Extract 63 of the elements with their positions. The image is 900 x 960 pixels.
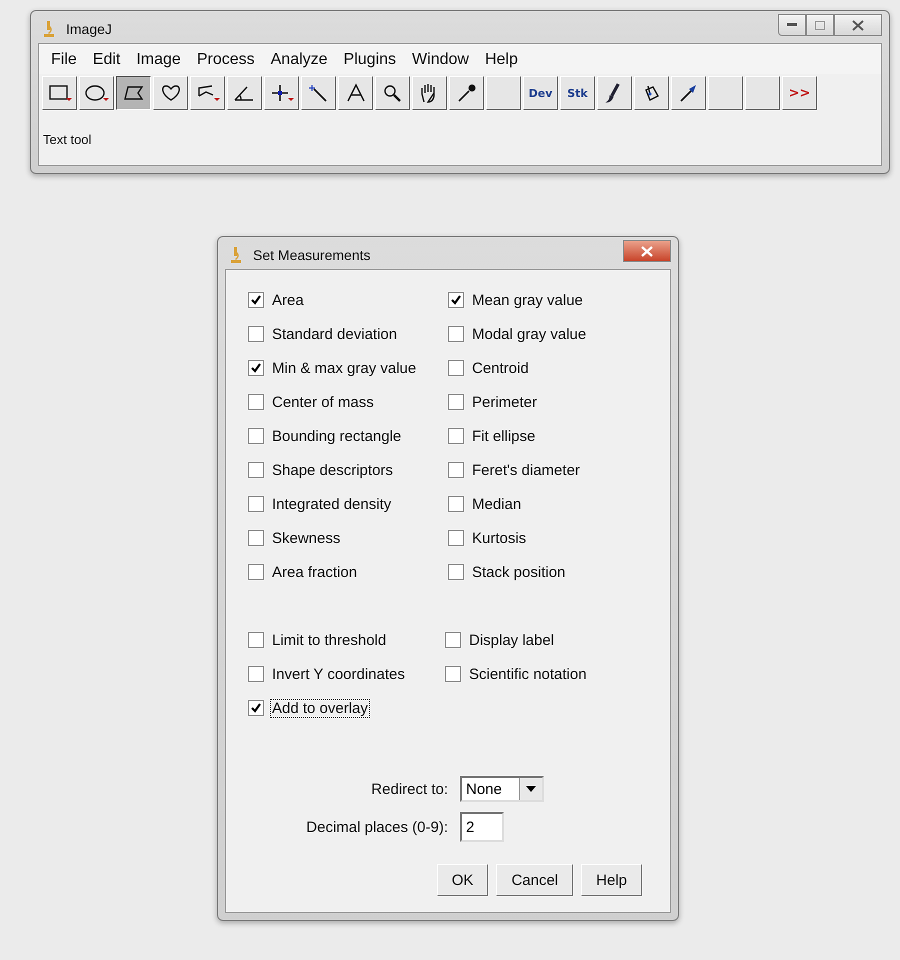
checkbox[interactable]: Kurtosis [448, 528, 650, 548]
checkbox[interactable]: Min & max gray value [248, 358, 448, 378]
minimize-icon [787, 23, 797, 27]
menu-item[interactable]: File [43, 51, 85, 69]
more-tools-button[interactable]: >> [782, 76, 817, 110]
checkbox[interactable]: Shape descriptors [248, 460, 448, 480]
decimal-places-field[interactable]: 2 [460, 812, 504, 842]
caret-icon [526, 786, 536, 792]
checkbox[interactable]: Fit ellipse [448, 426, 650, 446]
checkmark-icon [250, 294, 262, 306]
maximize-icon [815, 20, 825, 30]
menu-item[interactable]: Help [476, 51, 526, 69]
empty-tool-slot[interactable] [486, 76, 521, 110]
empty-tool-slot[interactable] [745, 76, 780, 110]
checkbox[interactable]: Add to overlay [248, 698, 445, 718]
checkbox[interactable]: Standard deviation [248, 324, 448, 344]
close-icon [852, 20, 864, 30]
menu-item[interactable]: Window [404, 51, 477, 69]
checkbox[interactable]: Display label [445, 630, 650, 650]
checkbox[interactable]: Modal gray value [448, 324, 650, 344]
menu-item[interactable]: Analyze [262, 51, 336, 69]
dialog-title: Set Measurements [253, 247, 370, 263]
close-button[interactable] [623, 240, 671, 262]
toolbar-button[interactable]: Dev [523, 76, 558, 110]
status-text: Text tool [42, 131, 92, 149]
menu-item[interactable]: Image [128, 51, 189, 69]
checkbox[interactable]: Median [448, 494, 650, 514]
dialog-button[interactable]: OK [436, 864, 488, 896]
checkbox[interactable]: Bounding rectangle [248, 426, 448, 446]
checkbox[interactable]: Integrated density [248, 494, 448, 514]
checkbox[interactable]: Area fraction [248, 562, 448, 582]
checkbox[interactable]: Limit to threshold [248, 630, 445, 650]
menu-item[interactable]: Process [188, 51, 263, 69]
close-icon [641, 246, 653, 256]
decimal-places-label: Decimal places (0-9): [305, 818, 448, 836]
checkbox[interactable]: Center of mass [248, 392, 448, 412]
checkmark-icon [250, 362, 262, 374]
checkmark-icon [450, 294, 462, 306]
minimize-button[interactable] [778, 14, 806, 36]
toolbar-button[interactable]: Stk [560, 76, 595, 110]
checkbox[interactable]: Mean gray value [448, 290, 650, 310]
tool-button[interactable] [116, 76, 151, 110]
close-button[interactable] [834, 14, 882, 36]
microscope-icon [42, 20, 56, 38]
dialog-button[interactable]: Help [581, 864, 642, 896]
checkmark-icon [250, 702, 262, 714]
redirect-dropdown[interactable]: None [460, 776, 544, 802]
checkbox[interactable]: Invert Y coordinates [248, 664, 445, 684]
checkbox[interactable]: Skewness [248, 528, 448, 548]
dialog-button[interactable]: Cancel [496, 864, 574, 896]
checkbox[interactable]: Perimeter [448, 392, 650, 412]
checkbox[interactable]: Feret's diameter [448, 460, 650, 480]
empty-tool-slot[interactable] [708, 76, 743, 110]
checkbox[interactable]: Scientific notation [445, 664, 650, 684]
checkbox[interactable]: Centroid [448, 358, 650, 378]
menu-item[interactable]: Edit [84, 51, 128, 69]
checkbox[interactable]: Stack position [448, 562, 650, 582]
redirect-label: Redirect to: [370, 780, 448, 798]
microscope-icon [229, 246, 243, 264]
menu-item[interactable]: Plugins [336, 51, 404, 69]
checkbox[interactable]: Area [248, 290, 448, 310]
window-title: ImageJ [66, 21, 112, 37]
maximize-button[interactable] [806, 14, 834, 36]
